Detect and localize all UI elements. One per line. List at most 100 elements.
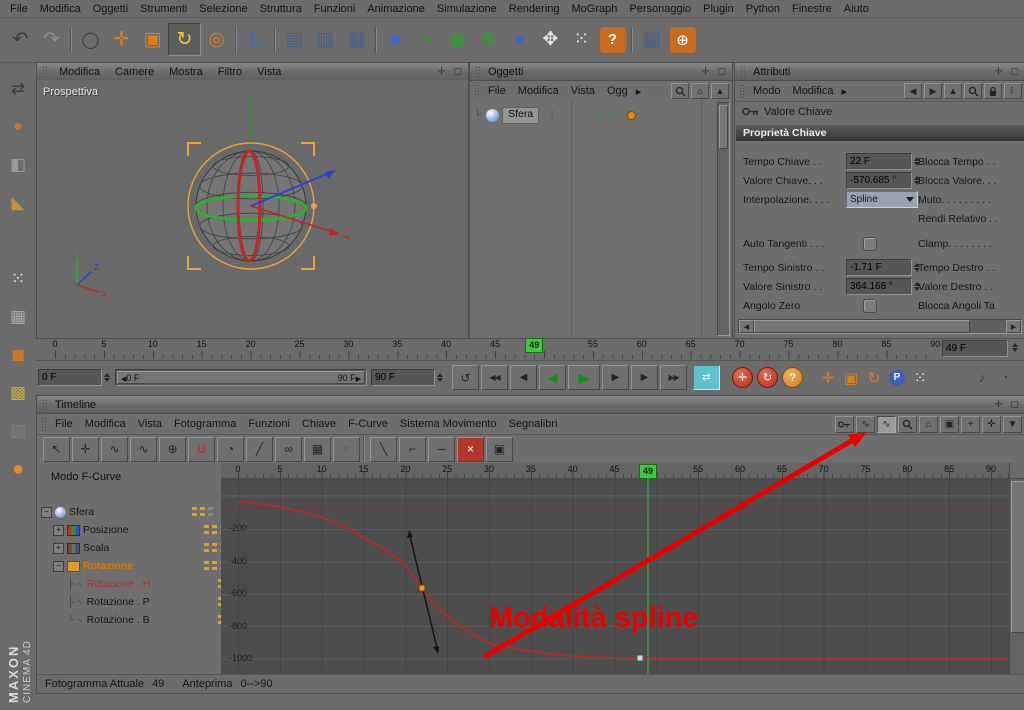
fcurve-vscrollbar[interactable] [1009,478,1024,676]
dock-icon[interactable]: ▼ [1003,416,1022,433]
pan-view-icon[interactable]: ✛ [992,398,1005,411]
timeline-menu-funzioni[interactable]: Funzioni [242,418,296,430]
points-mode-icon[interactable]: ⁙ [3,264,33,294]
fcurve-mode-icon[interactable]: ∿ [856,416,875,433]
scroll-right-icon[interactable]: ▶ [1006,320,1021,333]
timeline-menu-sistema-movimento[interactable]: Sistema Movimento [394,418,503,430]
render-settings-icon[interactable]: ▦ [341,24,372,55]
viewport-menu-vista[interactable]: Vista [251,66,287,78]
fcurve-canvas[interactable]: -200 -400 -600 -800 -1000 Modalità splin… [221,478,1009,674]
collapse-icon[interactable]: − [53,560,64,572]
timeline-menu-vista[interactable]: Vista [132,418,168,430]
timeline-menu-file[interactable]: File [49,418,79,430]
rotate-tool-icon[interactable]: ↻ [168,23,201,56]
spline-tool-icon[interactable]: ∿ [411,24,442,55]
drag-handle-icon[interactable] [740,66,747,77]
tree-item-label[interactable]: Rotazione [83,560,133,572]
pan-view-icon[interactable]: ✛ [992,65,1005,78]
scale-tool-icon[interactable]: ▣ [137,24,168,55]
tree-item-sfera[interactable]: − Sfera [41,503,221,521]
maximize-view-icon[interactable]: ▢ [1008,398,1021,411]
coordinate-system-icon[interactable]: L [240,24,271,55]
texture-mode-icon[interactable]: ◧ [3,150,33,180]
last-tool-icon[interactable]: ◎ [201,24,232,55]
uv-mode-icon[interactable]: ▩ [3,378,33,408]
attributes-menu-modo[interactable]: Modo [747,85,787,97]
ramp-icon[interactable]: ╱ [246,436,273,462]
range-start-field[interactable]: 0 F [38,369,102,386]
objects-menu-modifica[interactable]: Modifica [512,85,565,97]
move-keys-icon[interactable]: ✛ [72,436,99,462]
drag-handle-icon[interactable] [42,399,49,410]
drag-handle-icon[interactable] [739,84,746,98]
deform-check-icon[interactable]: ✓ [607,109,616,122]
play-icon[interactable]: ▶ [568,365,600,390]
pan-view-icon[interactable]: ✛ [699,65,712,78]
tangent-handle[interactable] [407,530,439,654]
objects-menu-oggetti[interactable]: Ogg [601,85,634,97]
hypernurbs-icon[interactable]: ◉ [442,24,473,55]
zoom-icon[interactable] [898,416,917,433]
fcurve-plot[interactable] [221,478,1009,674]
manager-layout-icon[interactable]: ▦ [636,24,667,55]
record-parameter-icon[interactable]: P [886,367,908,389]
pan-view-icon[interactable]: ✛ [435,65,448,78]
viewport-menu-filtro[interactable]: Filtro [212,66,248,78]
range-thumb[interactable]: ◀0 F 90 F▶ [117,371,365,384]
menu-overflow-icon[interactable]: ▸ [634,85,644,98]
viewport-body[interactable]: Prospettiva Y X Z [37,80,468,338]
render-picture-viewer-icon[interactable]: ▥ [310,24,341,55]
add-key-icon[interactable]: ⊕ [159,436,186,462]
visibility-dots-icon[interactable]: ⠇ [550,110,558,121]
objects-vscrollbar[interactable] [717,102,730,336]
curve-down-icon[interactable]: ∿ [130,436,157,462]
deformer-icon[interactable]: ● [504,24,535,55]
tree-item-rotazione[interactable]: − Rotazione [53,557,233,575]
previous-key-icon[interactable]: ◀ [510,365,537,390]
tree-item-label[interactable]: Rotazione . B [87,614,150,626]
menu-rendering[interactable]: Rendering [503,3,566,15]
objects-menu-file[interactable]: File [482,85,512,97]
marker-icon[interactable]: ▼ [333,436,360,462]
menu-personaggio[interactable]: Personaggio [623,3,697,15]
select-keys-icon[interactable]: ↖ [43,436,70,462]
interpolazione-dropdown[interactable]: Spline [846,191,918,208]
section-header[interactable]: Proprietà Chiave [736,125,1024,141]
scene-objects-icon[interactable]: ✥ [535,24,566,55]
menu-strumenti[interactable]: Strumenti [134,3,193,15]
globe-icon[interactable]: ⊕ [667,24,698,55]
make-editable-icon[interactable]: ⇄ [3,74,33,104]
tempo-chiave-field[interactable]: 22 F [846,153,912,170]
main-frame-ruler[interactable]: 0 5 10 15 20 25 30 35 40 45 55 60 65 70 75 80 85 90 49 49 … [36,337,1024,361]
object-row-sfera[interactable]: └ Sfera ⠇ ✓ ✓ [474,106,637,124]
drag-handle-icon[interactable] [475,66,482,77]
menu-animazione[interactable]: Animazione [361,3,430,15]
timeline-menu-modifica[interactable]: Modifica [79,418,132,430]
viewport-menu-camere[interactable]: Camere [109,66,160,78]
sphere-object-icon[interactable] [486,108,500,122]
cycle-icon[interactable]: ↺ [452,365,479,390]
menu-python[interactable]: Python [740,3,786,15]
parent-object-icon[interactable]: ▲ [944,83,962,99]
curve-up-icon[interactable]: ∿ [101,436,128,462]
maximize-view-icon[interactable]: ▢ [451,65,464,78]
tree-item-scala[interactable]: + Scala [53,539,233,557]
fcurve-mode-label[interactable]: Modo F-Curve [51,471,121,483]
tree-item-rotazione-h[interactable]: ├ ∿ Rotazione . H [67,575,247,593]
angolo-zero-checkbox[interactable] [863,298,877,313]
drag-handle-icon[interactable] [41,417,48,431]
menu-selezione[interactable]: Selezione [193,3,253,15]
record-pla-icon[interactable]: ⁙ [909,367,931,389]
autokey-icon[interactable]: ↻ [757,367,778,388]
record-position-icon[interactable]: ✛ [817,367,839,389]
selected-key-point[interactable] [418,584,426,592]
maximize-view-icon[interactable]: ▢ [715,65,728,78]
object-name[interactable]: Sfera [502,106,540,124]
camera-key-icon[interactable]: ▦ [304,436,331,462]
goto-start-icon[interactable]: ◀◀ [481,365,508,390]
step-interp-icon[interactable]: ⌐ [399,436,426,462]
history-forward-icon[interactable]: ▶ [924,83,942,99]
ghost-keys-icon[interactable]: ▣ [486,436,513,462]
valore-sinistro-field[interactable]: 364.168 ° [846,278,912,295]
scroll-thumb[interactable] [754,320,970,333]
